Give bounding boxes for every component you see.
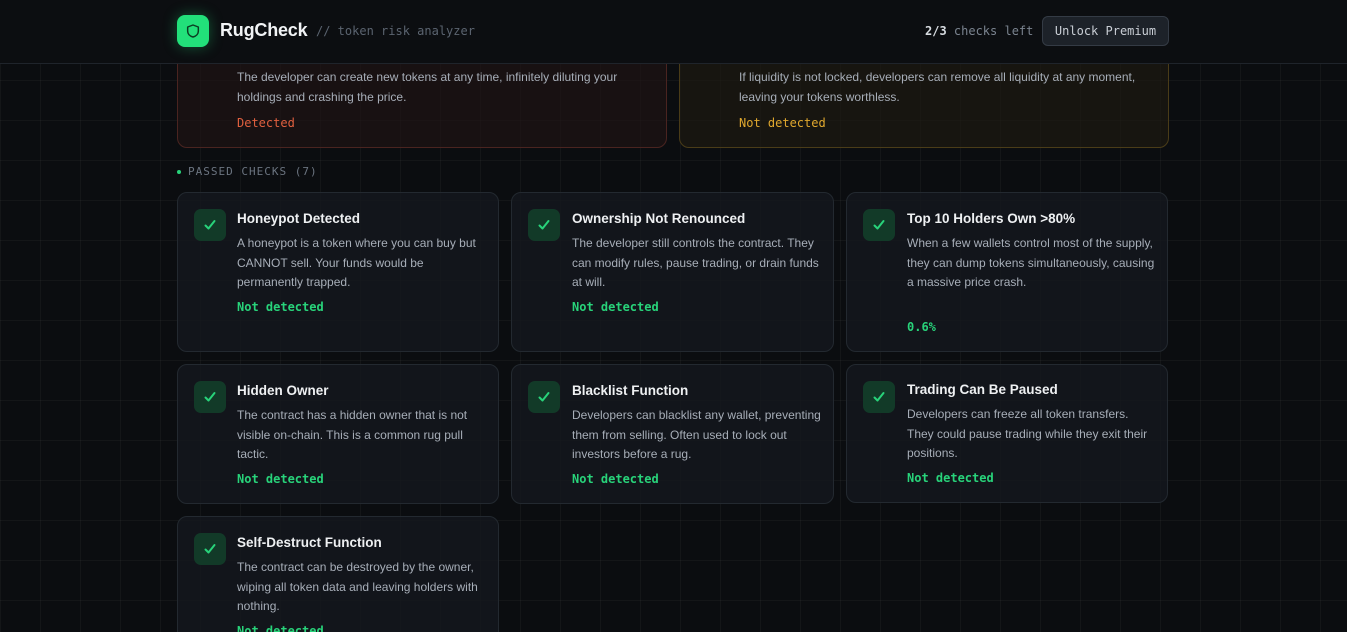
card-title: Trading Can Be Paused	[907, 382, 1058, 397]
card-description: The contract has a hidden owner that is …	[237, 408, 468, 461]
card-description: Developers can freeze all token transfer…	[907, 407, 1148, 460]
app-header: RugCheck // token risk analyzer 2/3 chec…	[0, 0, 1347, 64]
card-description: The developer can create new tokens at a…	[237, 70, 618, 104]
shield-logo-icon	[177, 15, 209, 47]
card-description: Developers can blacklist any wallet, pre…	[572, 408, 821, 461]
checkmark-icon	[528, 209, 560, 241]
status-not-detected: Not detected	[739, 116, 826, 130]
check-card-self-destruct: Self-Destruct Function The contract can …	[177, 516, 499, 632]
status-dot-icon	[177, 169, 181, 174]
card-description: The developer still controls the contrac…	[572, 236, 819, 289]
app-title: RugCheck	[220, 20, 308, 40]
check-card-honeypot: Honeypot Detected A honeypot is a token …	[177, 192, 499, 352]
check-card-top-holders: Top 10 Holders Own >80% When a few walle…	[846, 192, 1168, 352]
card-status: Not detected	[572, 300, 659, 314]
card-description: If liquidity is not locked, developers c…	[739, 70, 1136, 104]
card-description: A honeypot is a token where you can buy …	[237, 236, 476, 289]
card-title: Blacklist Function	[572, 383, 689, 398]
check-card-ownership: Ownership Not Renounced The developer st…	[511, 192, 834, 352]
checkmark-icon	[194, 381, 226, 413]
checks-suffix: checks left	[946, 24, 1034, 38]
checkmark-icon	[194, 533, 226, 565]
status-detected: Detected	[237, 116, 295, 130]
check-card-blacklist: Blacklist Function Developers can blackl…	[511, 364, 834, 504]
card-status: 0.6%	[907, 320, 936, 334]
app-tagline: // token risk analyzer	[316, 24, 475, 38]
card-description: When a few wallets control most of the s…	[907, 236, 1155, 289]
card-title: Ownership Not Renounced	[572, 211, 746, 226]
card-status: Not detected	[572, 472, 659, 486]
check-card-hidden-owner: Hidden Owner The contract has a hidden o…	[177, 364, 499, 504]
card-status: Not detected	[237, 472, 324, 486]
passed-checks-label: PASSED CHECKS (7)	[188, 165, 318, 178]
card-status: Not detected	[907, 471, 994, 485]
check-card-trading-paused: Trading Can Be Paused Developers can fre…	[846, 364, 1168, 503]
checks-remaining: 2/3 checks left	[925, 24, 1033, 38]
card-title: Hidden Owner	[237, 383, 329, 398]
card-description: The contract can be destroyed by the own…	[237, 560, 478, 613]
checkmark-icon	[863, 381, 895, 413]
card-title: Honeypot Detected	[237, 211, 361, 226]
checkmark-icon	[194, 209, 226, 241]
unlock-premium-button[interactable]: Unlock Premium	[1042, 16, 1169, 46]
card-title: Top 10 Holders Own >80%	[907, 211, 1076, 226]
checkmark-icon	[863, 209, 895, 241]
checks-count: 2/3	[925, 24, 947, 38]
card-status: Not detected	[237, 624, 324, 632]
checkmark-icon	[528, 381, 560, 413]
card-status: Not detected	[237, 300, 324, 314]
passed-checks-heading: PASSED CHECKS (7)	[177, 165, 318, 178]
card-title: Self-Destruct Function	[237, 535, 382, 550]
